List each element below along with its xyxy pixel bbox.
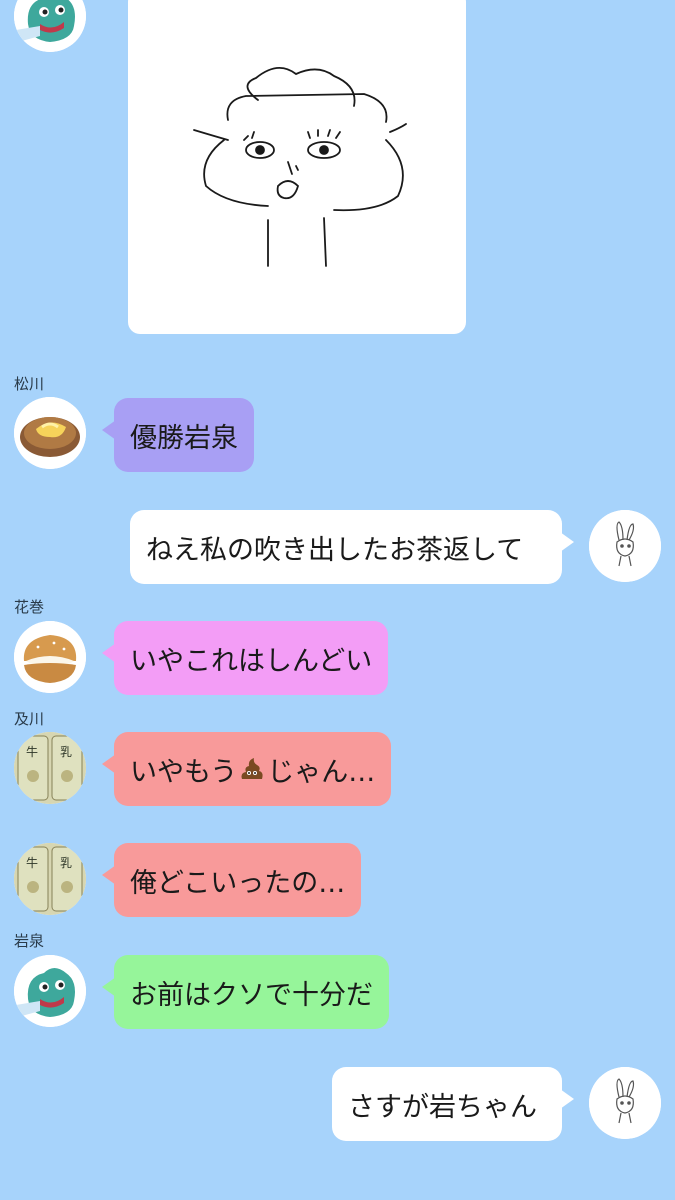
avatar-iwaizumi-top[interactable] xyxy=(14,0,86,52)
sketch-image xyxy=(193,67,407,267)
avatar-self[interactable] xyxy=(589,1067,661,1139)
message-bubble[interactable]: お前はクソで十分だ xyxy=(102,955,389,1029)
green-monster-icon xyxy=(14,955,86,1027)
milk-bread-icon: 牛 乳 xyxy=(14,843,86,915)
message-bubble[interactable]: 俺どこいったの… xyxy=(101,843,362,917)
avatar-oikawa[interactable]: 牛 乳 xyxy=(14,843,86,915)
message-text-part: いやもう xyxy=(130,756,238,788)
potato-cake-icon xyxy=(14,397,86,469)
milk-bread-icon: 牛 乳 xyxy=(14,732,86,804)
avatar-matsukawa[interactable] xyxy=(14,397,86,469)
message-bubble[interactable]: いやもう じゃん… xyxy=(101,732,392,806)
avatar-oikawa[interactable]: 牛 乳 xyxy=(14,732,86,804)
bunny-sketch-icon xyxy=(589,510,661,582)
cream-puff-icon xyxy=(14,621,86,693)
avatar-self[interactable] xyxy=(589,510,661,582)
green-monster-icon xyxy=(14,0,86,52)
message-text-part: じゃん… xyxy=(267,756,376,788)
avatar-hanamaki[interactable] xyxy=(14,621,86,693)
sender-name-matsukawa: 松川 xyxy=(14,375,45,393)
message-bubble[interactable]: 優勝岩泉 xyxy=(102,398,254,472)
sender-name-hanamaki: 花巻 xyxy=(14,598,45,616)
message-bubble-self[interactable]: ねえ私の吹き出したお茶返して xyxy=(130,510,574,584)
message-bubble[interactable]: いやこれはしんどい xyxy=(101,621,389,695)
image-message[interactable] xyxy=(128,0,466,334)
poop-emoji xyxy=(241,758,263,779)
bunny-sketch-icon xyxy=(589,1067,661,1139)
sender-name-iwaizumi: 岩泉 xyxy=(14,932,45,950)
sender-name-oikawa: 及川 xyxy=(14,710,45,728)
avatar-iwaizumi[interactable] xyxy=(14,955,86,1027)
message-bubble-self[interactable]: さすが岩ちゃん xyxy=(332,1067,574,1141)
